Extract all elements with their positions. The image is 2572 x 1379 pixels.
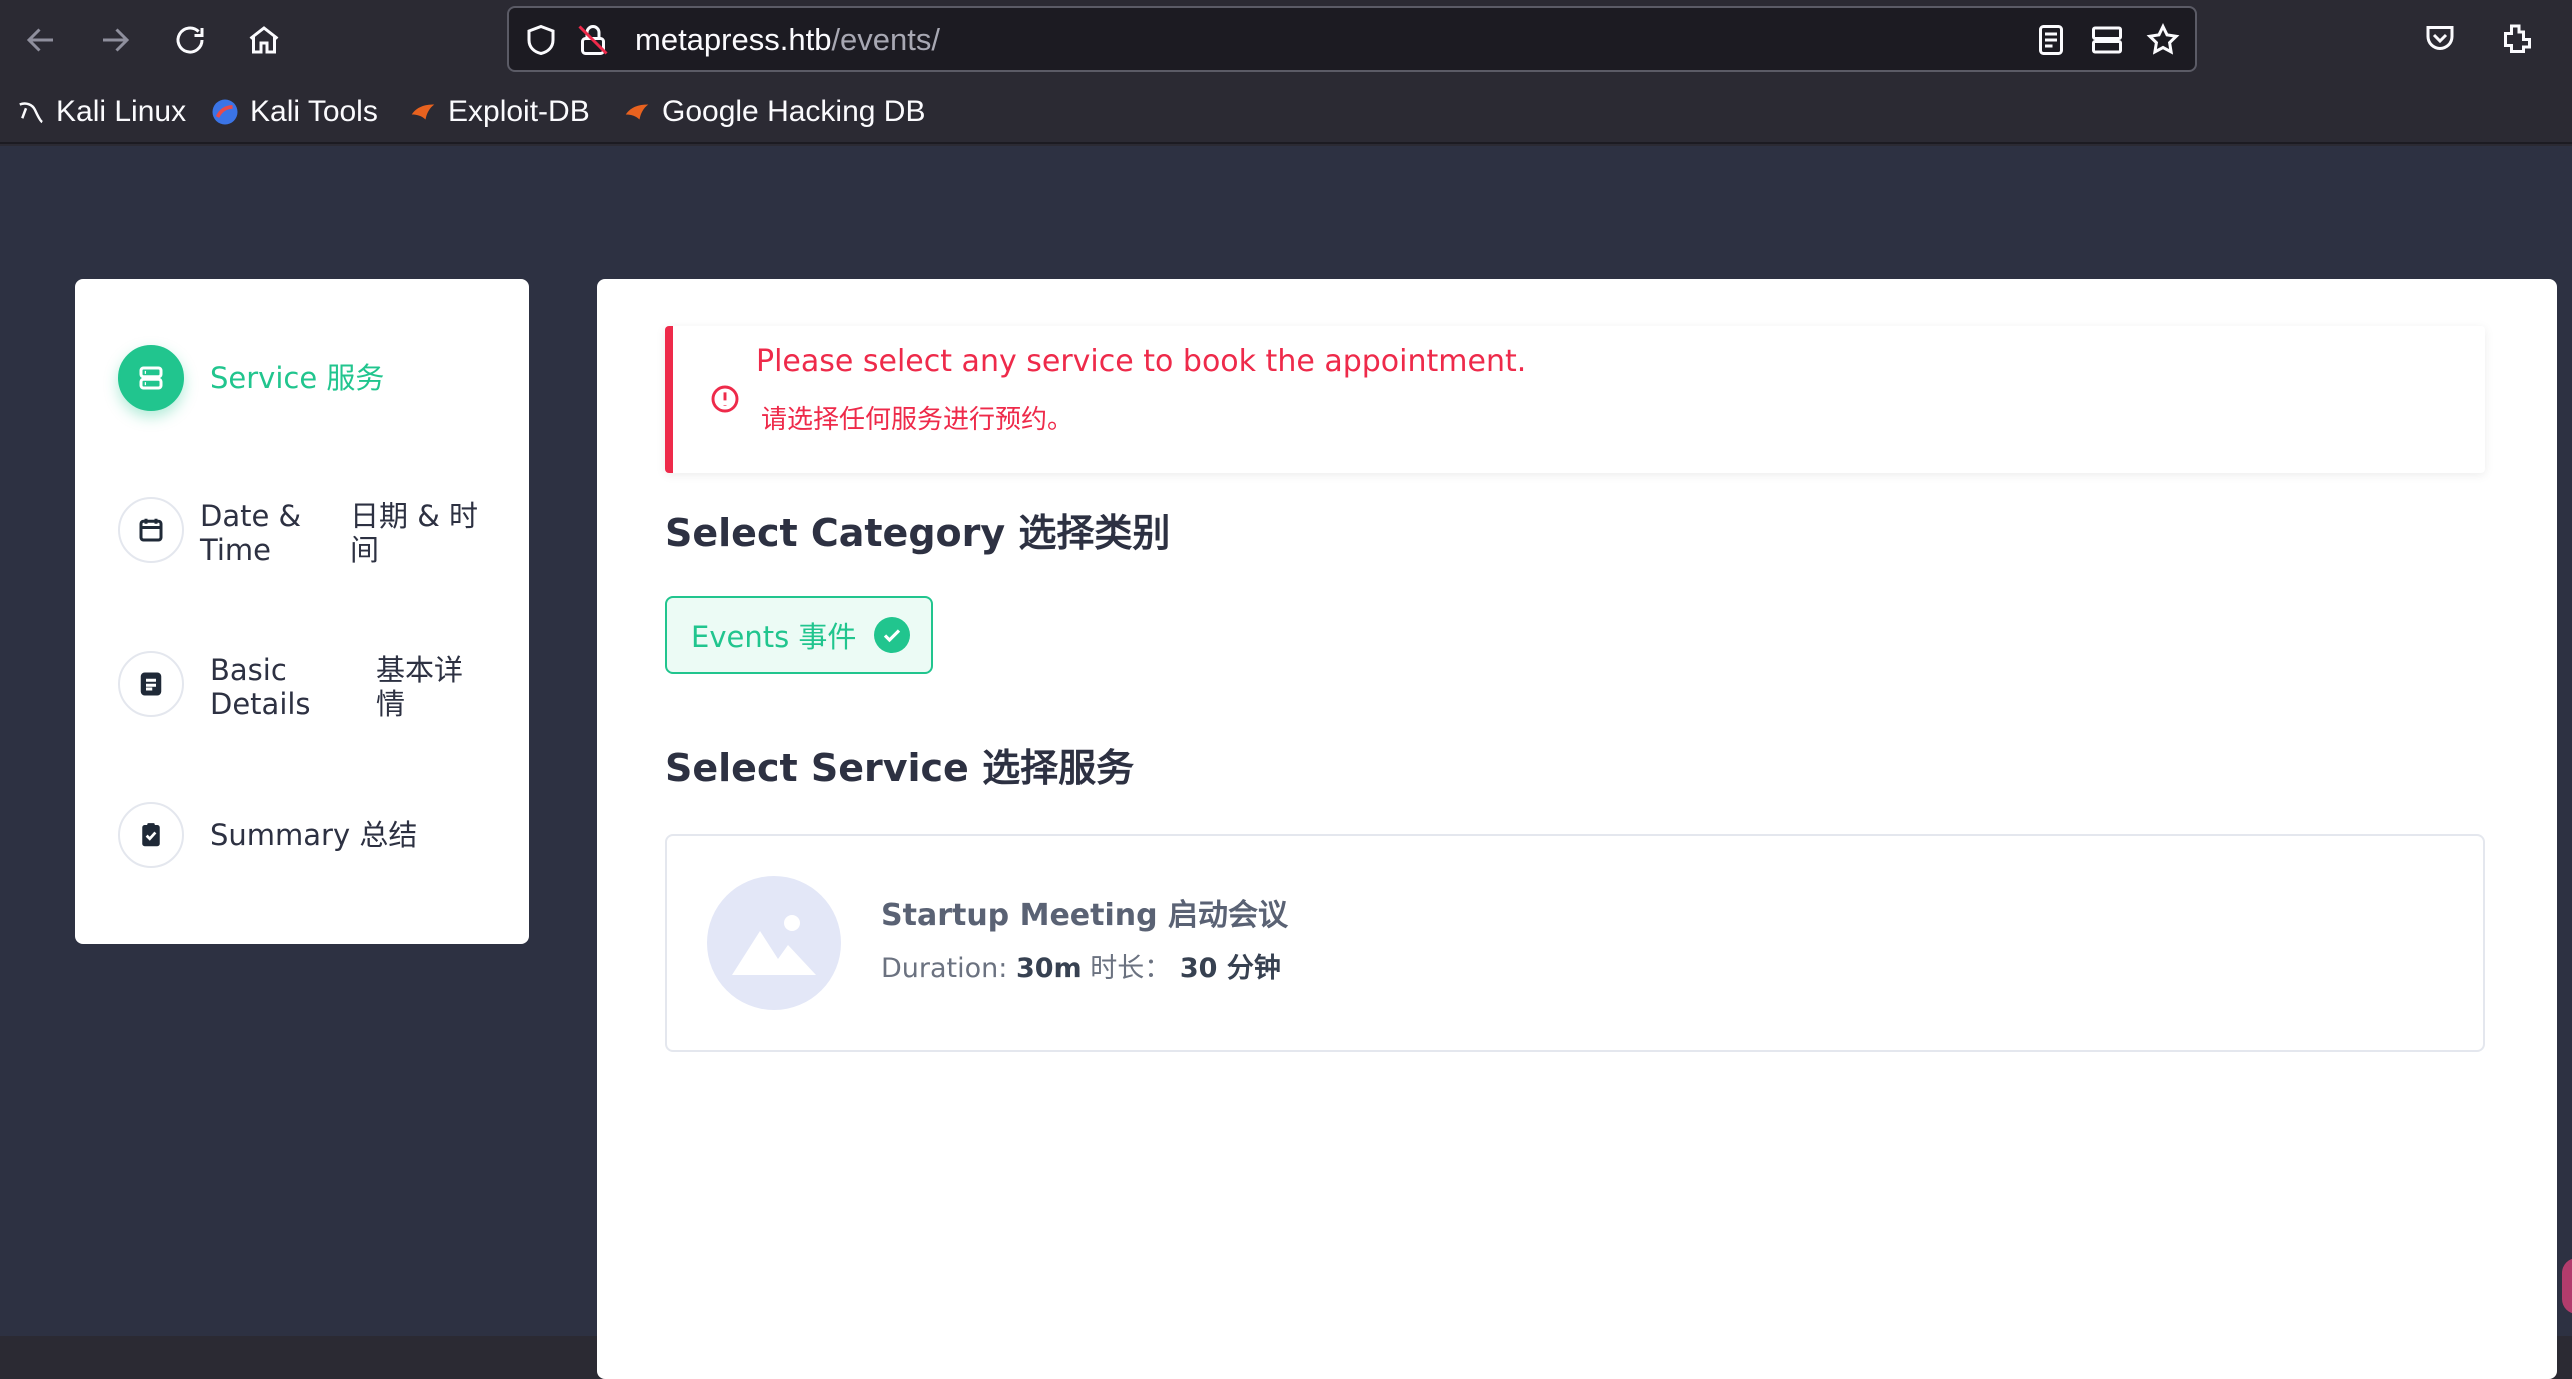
home-icon (249, 26, 279, 54)
reload-button[interactable] (164, 14, 216, 66)
booking-steps-card: Service 服务 Date & Time 日期 & 时 间 Basic De… (75, 279, 529, 944)
booking-main-card: Please select any service to book the ap… (597, 279, 2557, 1379)
calendar-icon (118, 497, 184, 563)
server-icon (118, 345, 184, 411)
alert-message-en: Please select any service to book the ap… (756, 344, 1527, 379)
arrow-left-icon (26, 28, 53, 52)
insecure-lock-icon[interactable] (575, 22, 611, 58)
extensions-icon[interactable] (2496, 18, 2536, 58)
forward-button[interactable] (89, 14, 141, 66)
step-summary[interactable]: Summary 总结 (118, 802, 518, 872)
ghdb-icon (625, 104, 649, 120)
check-circle-icon (874, 617, 911, 653)
url-bar[interactable]: metapress.htb/events/ (507, 6, 2197, 72)
alert-circle-icon (709, 383, 741, 415)
server-toolbar-icon[interactable] (2089, 22, 2125, 58)
alert-message-zh: 请选择任何服务进行预约。 (761, 405, 1074, 435)
category-chip-events[interactable]: Events 事件 (665, 596, 933, 674)
bookmark-kali-tools[interactable]: Kali Tools (210, 90, 378, 134)
step-summary-label: Summary 总结 (210, 818, 418, 852)
step-basic-details[interactable]: Basic Details 基本详 情 (118, 651, 518, 727)
browser-toolbar: metapress.htb/events/ (0, 0, 2572, 80)
arrow-right-icon (103, 28, 130, 52)
step-date-time-label-en: Date & Time (200, 499, 302, 567)
select-service-title: Select Service 选择服务 (665, 746, 1135, 790)
floating-chat-bubble[interactable] (2562, 1258, 2572, 1314)
image-placeholder-icon (707, 876, 841, 1010)
bookmark-star-icon[interactable] (2145, 22, 2181, 58)
pocket-icon[interactable] (2420, 18, 2460, 58)
exploit-db-icon (411, 104, 435, 120)
category-chip-label: Events 事件 (691, 620, 857, 654)
service-duration: Duration: 30m 时长： 30 分钟 (881, 953, 1281, 984)
bookmark-exploit-db[interactable]: Exploit-DB (408, 90, 590, 134)
page-content: Service 服务 Date & Time 日期 & 时 间 Basic De… (0, 146, 2572, 1379)
kali-tools-icon (212, 99, 238, 125)
service-card-startup-meeting[interactable]: Startup Meeting 启动会议 Duration: 30m 时长： 3… (665, 834, 2485, 1052)
step-service-label: Service 服务 (210, 361, 385, 395)
url-text[interactable]: metapress.htb/events/ (635, 21, 940, 59)
select-category-title: Select Category 选择类别 (665, 511, 1171, 555)
bookmarks-bar: Kali Linux Kali Tools Exploit-DB Google … (0, 80, 2572, 144)
reload-icon (176, 26, 204, 54)
bookmark-kali-linux[interactable]: Kali Linux (16, 90, 186, 134)
reader-view-icon[interactable] (2033, 22, 2069, 58)
step-basic-details-label-zh: 基本详 情 (376, 653, 464, 721)
clipboard-check-icon (118, 802, 184, 868)
shield-icon[interactable] (523, 22, 559, 58)
kali-dragon-icon (19, 102, 43, 124)
service-name: Startup Meeting 启动会议 (881, 898, 1289, 933)
document-icon (118, 651, 184, 717)
error-alert: Please select any service to book the ap… (665, 326, 2485, 473)
step-basic-details-label-en: Basic Details (210, 653, 311, 721)
back-button[interactable] (15, 14, 67, 66)
step-date-time-label-zh: 日期 & 时 间 (350, 499, 479, 567)
step-date-time[interactable]: Date & Time 日期 & 时 间 (118, 497, 518, 573)
home-button[interactable] (238, 14, 290, 66)
bookmark-google-hacking-db[interactable]: Google Hacking DB (622, 90, 925, 134)
step-service[interactable]: Service 服务 (118, 345, 518, 415)
